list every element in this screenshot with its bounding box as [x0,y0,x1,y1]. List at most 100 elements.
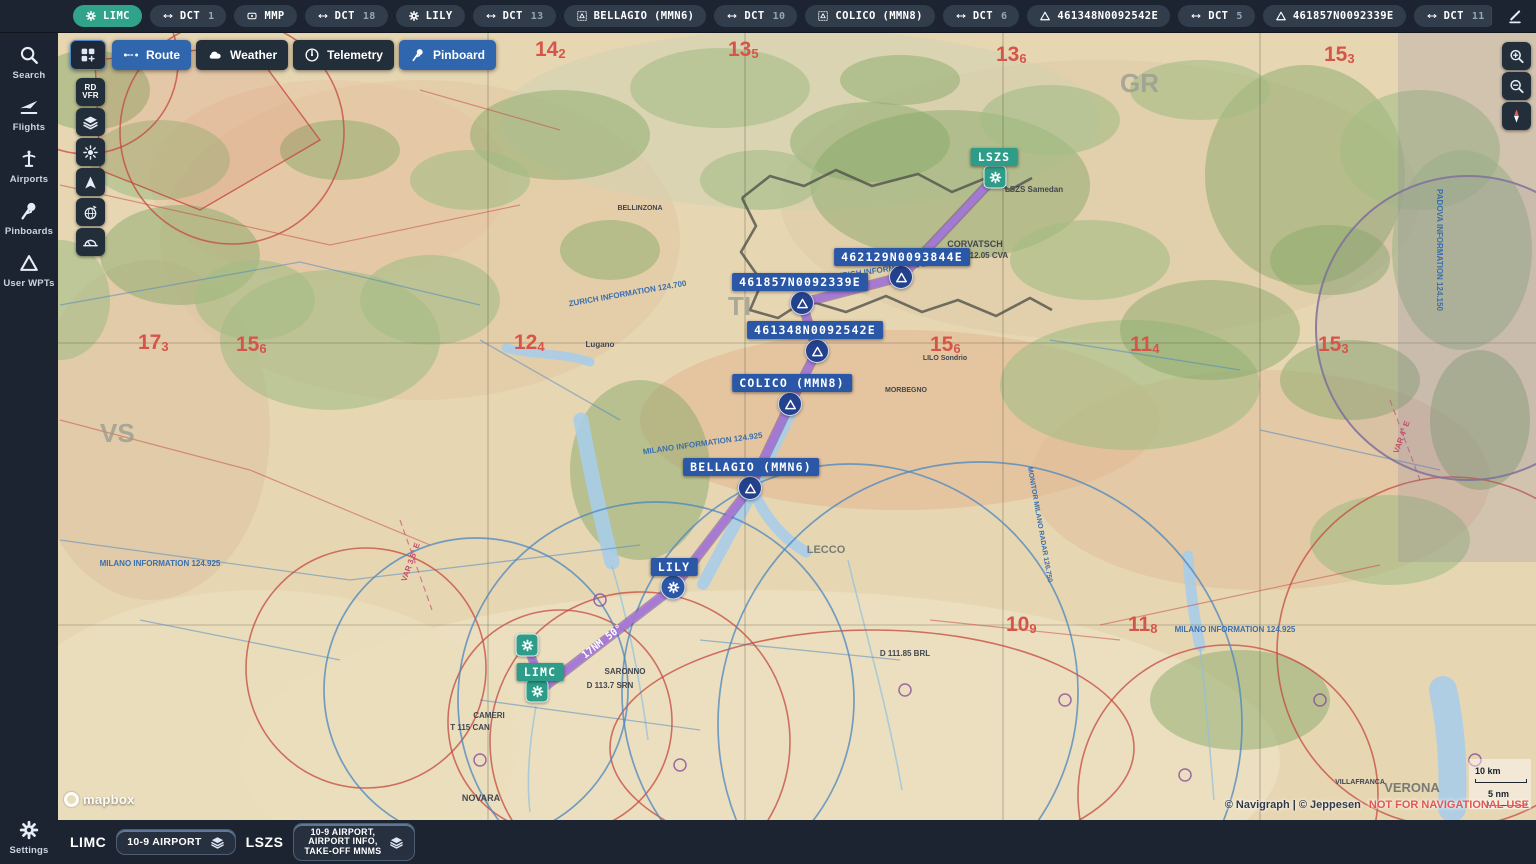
waypoint-label-bellagio[interactable]: BELLAGIO (MMN6) [683,458,819,476]
map-tool-pinboard-button[interactable]: Pinboard [399,40,496,70]
route-pill-lily[interactable]: LILY [396,5,465,27]
search-icon [18,44,40,66]
waypoint-marker-lily[interactable] [661,575,686,600]
charts-button-label: TAKE-OFF MNMS [304,847,381,857]
waypoint-marker-bellagio[interactable] [738,476,762,500]
tri-marker-icon [894,270,909,285]
zoom-in-button[interactable] [1502,42,1531,70]
tri-marker-icon [743,481,758,496]
sidebar-item-label: Flights [13,122,46,133]
waypoint-marker-limc[interactable] [526,680,549,703]
pin-icon [18,200,40,222]
sidebar-item-settings[interactable]: Settings [0,819,58,856]
waypoint-label-colico[interactable]: COLICO (MMN8) [732,374,852,392]
charts-button-limc[interactable]: 10-9 AIRPORT [116,829,235,855]
chart-label: PADOVA INFORMATION 124.150 [1435,189,1444,312]
map-attribution: © Navigraph | © Jeppesen NOT FOR NAVIGAT… [1225,799,1529,811]
sidebar-item-pinboards[interactable]: Pinboards [0,200,58,237]
waypoint-marker-461857n0092339e[interactable] [790,291,814,315]
chart-label: LSZS Samedan [1005,185,1063,194]
map-tool-label: Route [146,48,180,62]
route-pill-colico-mmn8[interactable]: COLICO (MMN8) [805,5,934,27]
mapbox-logo[interactable]: mapbox [64,792,135,807]
sidebar-item-label: Pinboards [5,226,53,237]
chart-label: MILANO INFORMATION 124.925 [100,559,221,568]
waypoint-label-461348n0092542e[interactable]: 461348N0092542E [747,321,883,339]
chart-label: D 111.85 BRL [880,649,930,658]
map-canvas[interactable]: VSTIGR1421351361531731561241561141531091… [0,0,1536,864]
sidebar-item-search[interactable]: Search [0,44,58,81]
leg-arrow-icon [1190,10,1202,22]
chart-label: MORBEGNO [885,387,928,394]
map-controls-left: RDVFR [76,78,105,256]
zoom-out-icon [1508,77,1525,95]
map-tool-telemetry-button[interactable]: Telemetry [293,40,394,70]
layers-button[interactable] [76,108,105,136]
pinboard-grid-button[interactable] [70,40,106,70]
globe-button[interactable] [76,198,105,226]
brightness-button[interactable] [76,138,105,166]
waypoint-label-lily[interactable]: LILY [651,558,698,576]
chart-label: LILO Sondrio [923,355,967,362]
measure-button[interactable] [76,228,105,256]
route-leg-pill[interactable]: DCT11 [1414,5,1491,27]
triangle-icon [1275,10,1287,22]
charts-button-lszs[interactable]: 10-9 AIRPORT,AIRPORT INFO,TAKE-OFF MNMS [293,823,415,862]
route-leg-pill[interactable]: DCT6 [943,5,1020,27]
route-leg-pill[interactable]: DCT1 [150,5,227,27]
map-toolbar-buttons: Route WeatherTelemetryPinboard [112,40,496,70]
waypoint-marker-461348n0092542e[interactable] [805,339,829,363]
route-pill-461348n0092542e[interactable]: 461348N0092542E [1027,5,1170,27]
chart-type-button[interactable]: RDVFR [76,78,105,106]
route-leg-pill[interactable]: DCT10 [714,5,797,27]
sidebar-item-label: Search [13,70,46,81]
chart-label: VERONA [1384,780,1440,795]
gear-icon [85,10,97,22]
waypoint-label-462129n0093844e[interactable]: 462129N0093844E [834,248,970,266]
pencil-icon [1506,7,1524,25]
chart-label: D 113.7 SRN [587,681,634,690]
chart-label: LECCO [807,544,846,556]
map-controls-right [1502,42,1531,130]
grid-plus-icon [79,46,97,64]
pin-icon [410,47,426,63]
waypoint-label-461857n0092339e[interactable]: 461857N0092339E [732,273,868,291]
leg-arrow-icon [726,10,738,22]
route-leg-pill[interactable]: DCT18 [305,5,388,27]
layers-icon [389,835,404,850]
waypoint-label-limc[interactable]: LIMC [517,663,564,681]
sidebar-item-user-wpts[interactable]: User WPTs [0,252,58,289]
waypoint-marker-462129n0093844e[interactable] [889,265,913,289]
route-pill-mmp[interactable]: MMP [234,5,296,27]
map-tool-weather-button[interactable]: Weather [196,40,288,70]
route-leg-pill[interactable]: DCT5 [1178,5,1255,27]
waypoint-marker-colico[interactable] [778,392,802,416]
route-pill-limc[interactable]: LIMC [73,5,142,27]
zoom-out-button[interactable] [1502,72,1531,100]
route-pill-461857n0092339e[interactable]: 461857N0092339E [1263,5,1406,27]
gauge-icon [304,47,320,63]
waypoint-marker-mmp[interactable] [516,634,539,657]
waypoint-label-lszs[interactable]: LSZS [971,148,1018,166]
sun-icon [82,144,99,161]
charts-button-label: 10-9 AIRPORT [127,837,201,848]
sidebar-item-label: Airports [10,174,49,185]
airport-code-lszs: LSZS [246,834,284,850]
sidebar-item-label: Settings [9,845,48,856]
attribution-warning: NOT FOR NAVIGATIONAL USE [1369,799,1529,811]
map-tool-route-button[interactable]: Route [112,40,191,70]
compass-button[interactable] [1502,102,1531,130]
region-letter: GR [1120,68,1159,98]
orientation-button[interactable] [76,168,105,196]
route-pill-bellagio-mmn6[interactable]: BELLAGIO (MMN6) [564,5,707,27]
sidebar-item-label: User WPTs [3,278,54,289]
sidebar-item-airports[interactable]: Airports [0,148,58,185]
edit-route-button[interactable] [1506,7,1536,25]
gear-icon [988,170,1002,184]
waypoint-marker-lszs[interactable] [984,166,1007,189]
sidebar-item-flights[interactable]: Flights [0,96,58,133]
leg-arrow-icon [955,10,967,22]
chart-label: SARONNO [605,667,646,676]
route-leg-pill[interactable]: DCT13 [473,5,556,27]
map-toolbar: Route WeatherTelemetryPinboard [70,40,496,70]
